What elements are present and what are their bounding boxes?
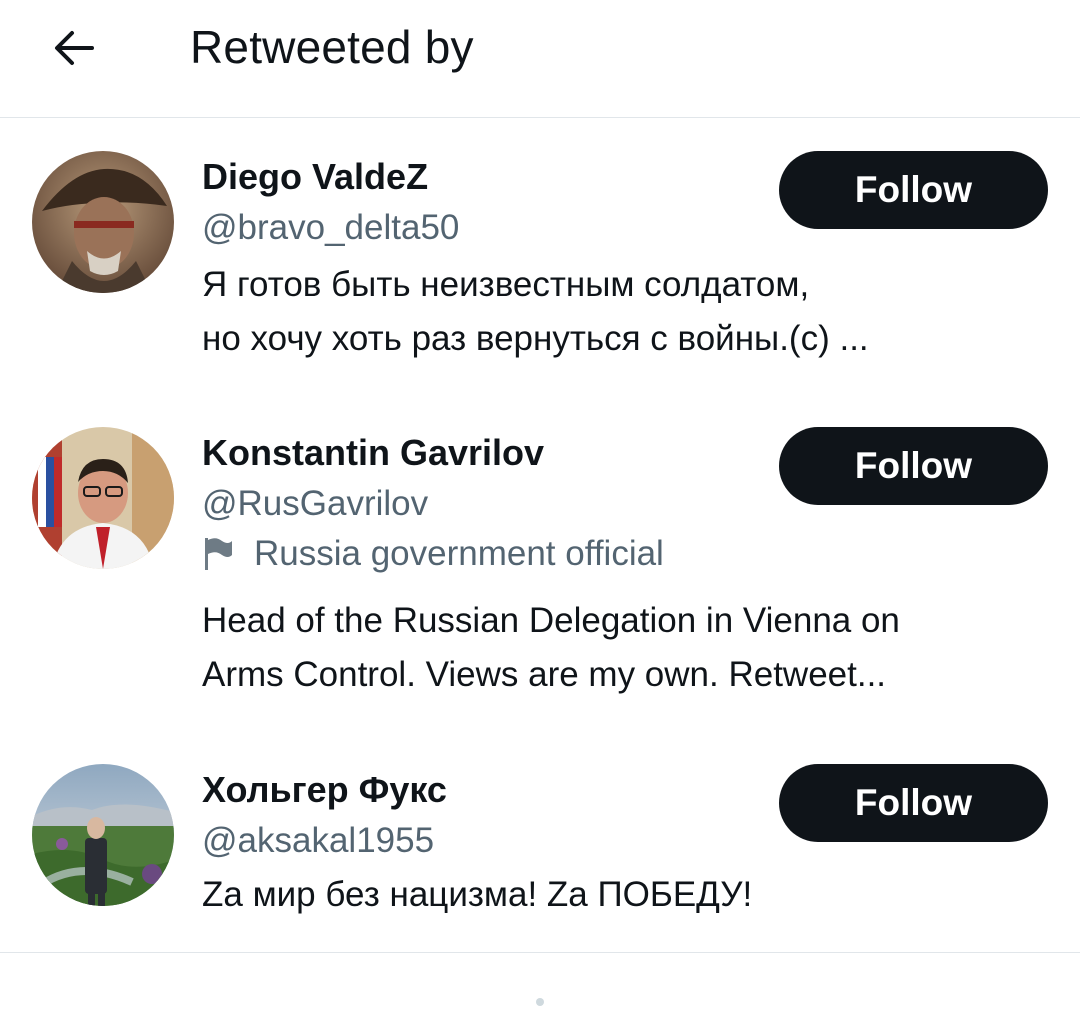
user-name[interactable]: Хольгер Фукс	[202, 768, 447, 812]
bio-line: Zа мир без нацизма! Zа ПОБЕДУ!	[202, 875, 753, 914]
user-handle[interactable]: @aksakal1955	[202, 819, 434, 863]
top-app-bar: Retweeted by	[0, 0, 1080, 118]
follow-button[interactable]: Follow	[779, 764, 1048, 842]
bio-line: но хочу хоть раз вернуться с войны.(с) .…	[202, 319, 869, 358]
user-cell[interactable]: Diego ValdeZ @bravo_delta50 Я готов быть…	[0, 118, 1080, 418]
user-handle[interactable]: @bravo_delta50	[202, 206, 459, 250]
user-cell[interactable]: Konstantin Gavrilov @RusGavrilov Russia …	[0, 418, 1080, 738]
flag-icon	[202, 536, 234, 572]
user-name[interactable]: Diego ValdeZ	[202, 155, 428, 199]
affiliation-label: Russia government official	[202, 532, 664, 576]
user-cell[interactable]: Хольгер Фукс @aksakal1955 Zа мир без нац…	[0, 738, 1080, 952]
user-bio: Head of the Russian Delegation in Vienna…	[202, 594, 1052, 702]
arrow-left-icon	[55, 31, 94, 65]
user-bio: Zа мир без нацизма! Zа ПОБЕДУ!	[202, 868, 1052, 922]
avatar[interactable]	[32, 764, 174, 906]
follow-button[interactable]: Follow	[779, 151, 1048, 229]
bio-line: Я готов быть неизвестным солдатом,	[202, 265, 810, 304]
bio-line: Head of the Russian Delegation in Vienna…	[202, 601, 900, 640]
user-handle[interactable]: @RusGavrilov	[202, 482, 428, 526]
user-name[interactable]: Konstantin Gavrilov	[202, 431, 544, 475]
back-button[interactable]	[44, 18, 104, 78]
user-bio: Я готов быть неизвестным солдатом, но хо…	[202, 258, 1052, 366]
follow-button[interactable]: Follow	[779, 427, 1048, 505]
affiliation-text: Russia government official	[254, 534, 664, 573]
divider	[0, 952, 1080, 953]
avatar[interactable]	[32, 151, 174, 293]
scroll-indicator	[536, 998, 544, 1006]
bio-line: Arms Control. Views are my own. Retweet.…	[202, 655, 887, 694]
avatar[interactable]	[32, 427, 174, 569]
page-title: Retweeted by	[190, 21, 474, 73]
